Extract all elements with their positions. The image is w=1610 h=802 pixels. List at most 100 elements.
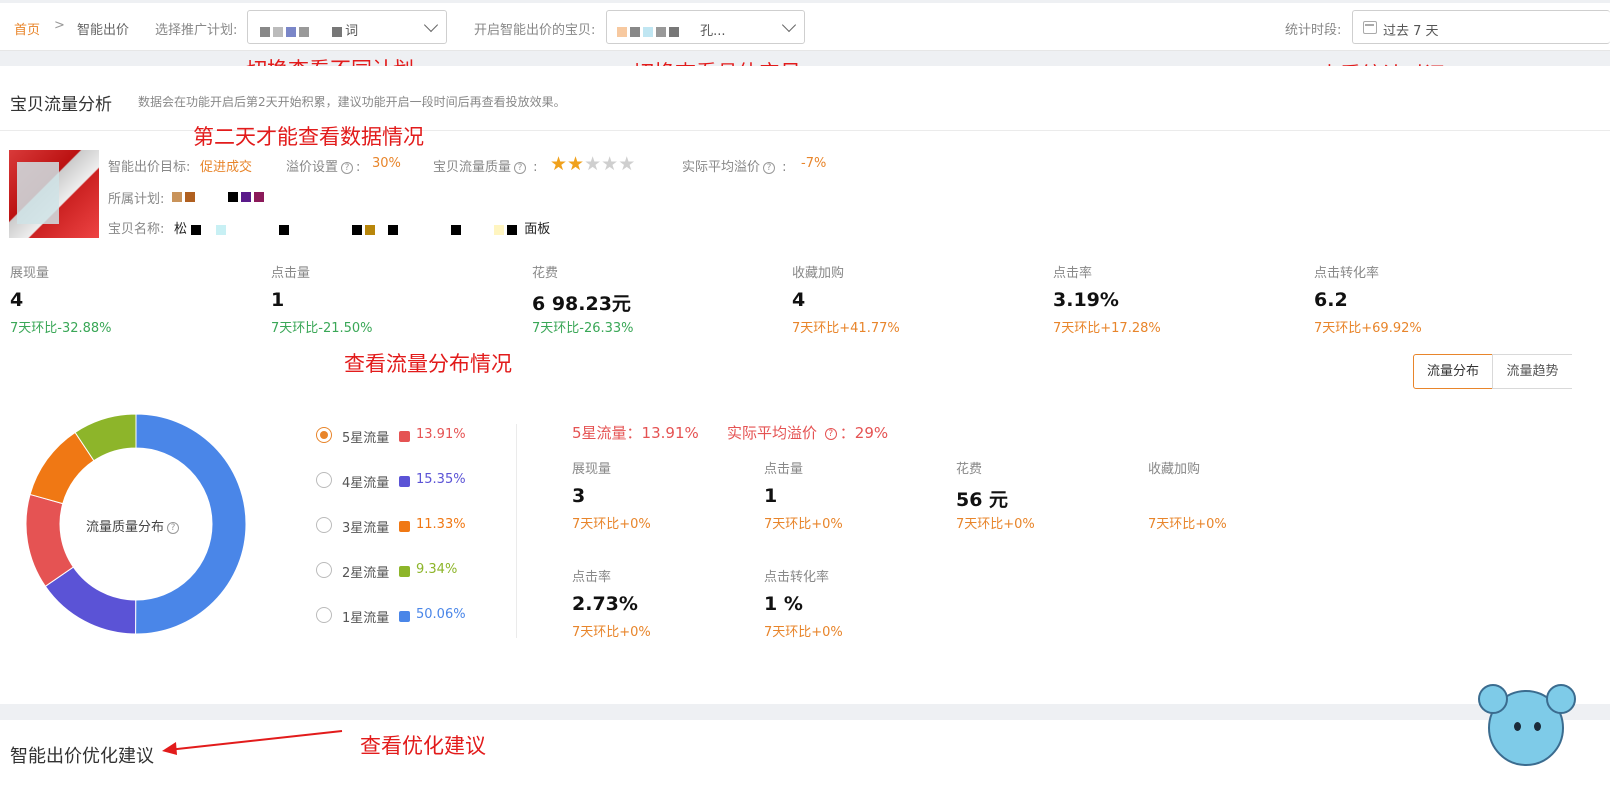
donut-center-text: 流量质量分布 [86,520,165,535]
period-select[interactable]: 过去 7 天 [1352,10,1610,44]
item-name-prefix: 松 [174,222,188,237]
detail-metric-cvr: 点击转化率 1 % 7天环比+0% [764,566,944,640]
metric-label: 点击率 [572,570,612,585]
metric-change: 7天环比-21.50% [271,321,373,336]
radio-button[interactable] [316,517,332,533]
metric-value: 1 [271,289,285,311]
detail-metric-clicks: 点击量 1 7天环比+0% [764,458,944,532]
quality-label: 宝贝流量质量? : [433,160,538,175]
redacted-block [273,26,283,37]
legend-percent: 13.91% [416,427,466,442]
metric-cvr: 点击转化率 6.2 7天环比+69.92% [1314,262,1554,336]
redacted-block [172,191,182,202]
star-empty-icon: ★ [601,153,619,175]
plan-select[interactable]: 词 [247,10,447,44]
metric-value: 6.2 [1314,289,1348,311]
premium-value: 30% [372,156,401,171]
section-description: 数据会在功能开启后第2天开始积累，建议功能开启一段时间后再查看投放效果。 [138,95,566,109]
legend-label: 3星流量 [342,521,390,536]
metric-change: 7天环比+0% [764,625,843,640]
metric-label: 收藏加购 [792,266,845,281]
premium-label-text: 溢价设置 [286,160,339,175]
redacted-block [451,224,462,235]
radio-button[interactable] [316,562,332,578]
traffic-analysis-panel: 宝贝流量分析 数据会在功能开启后第2天开始积累，建议功能开启一段时间后再查看投放… [0,66,1610,704]
star-filled-icon: ★ [567,153,585,175]
plan-label: 所属计划: [108,192,165,207]
mascot-eye [1534,722,1541,731]
metric-change: 7天环比+69.92% [1314,321,1422,336]
item-select-label: 开启智能出价的宝贝: [474,23,596,38]
tab-traffic-distribution[interactable]: 流量分布 [1413,354,1493,389]
assistant-mascot-icon[interactable] [1478,684,1576,766]
legend-percent: 11.33% [416,517,466,532]
help-icon[interactable]: ? [167,521,180,534]
redacted-block [365,224,376,235]
detail-metric-favorites: 收藏加购 7天环比+0% [1148,458,1328,532]
metric-spend: 花费 6 98.23元 7天环比-26.33% [532,262,772,336]
redacted-block [254,191,264,202]
item-thumbnail[interactable] [9,150,99,238]
tab-traffic-trend[interactable]: 流量趋势 [1492,354,1572,389]
redacted-block [286,26,296,37]
actual-premium-label-text: 实际平均溢价 [682,160,761,175]
breadcrumb-current: 智能出价 [77,23,130,38]
metric-label: 收藏加购 [1148,462,1201,477]
metric-clicks: 点击量 1 7天环比-21.50% [271,262,511,336]
help-icon[interactable]: ? [824,427,837,440]
metric-value [1148,485,1328,509]
metric-change: 7天环比+0% [572,625,651,640]
metric-change: 7天环比-26.33% [532,321,634,336]
divider [516,424,517,638]
annotation-view-distribution: 查看流量分布情况 [344,352,512,376]
item-select-value: 孔... [700,24,726,39]
metric-change: 7天环比+0% [956,517,1035,532]
legend-swatch [399,611,410,622]
legend-swatch [399,521,410,532]
metric-value: 3 [572,485,586,507]
item-name-label: 宝贝名称: [108,222,165,237]
mascot-ear [1478,684,1508,714]
metric-label: 点击转化率 [764,570,830,585]
mascot-eye [1514,722,1521,731]
goal-label: 智能出价目标: [108,160,191,175]
metric-label: 点击量 [271,266,311,281]
annotation-day-two: 第二天才能查看数据情况 [193,125,424,149]
radio-button[interactable] [316,427,332,443]
annotation-view-suggestions: 查看优化建议 [360,734,486,758]
metric-value: 4 [792,289,806,311]
mascot-ear [1546,684,1576,714]
premium-label: 溢价设置?: [286,160,361,175]
metric-change: 7天环比+17.28% [1053,321,1161,336]
detail-metric-spend: 花费 56 元 7天环比+0% [956,458,1136,532]
metric-favorites: 收藏加购 4 7天环比+41.77% [792,262,1032,336]
item-select[interactable]: 孔... [606,10,805,44]
radio-button[interactable] [316,472,332,488]
top-filter-bar: 首页 > 智能出价 选择推广计划: 词 开启智能出价的宝贝: 孔... 统计时段… [0,3,1610,51]
help-icon[interactable]: ? [341,161,354,174]
metric-label: 花费 [956,462,983,477]
help-icon[interactable]: ? [514,161,527,174]
help-icon[interactable]: ? [763,161,776,174]
metric-change: 7天环比+41.77% [792,321,900,336]
breadcrumb-home-link[interactable]: 首页 [14,19,40,38]
item-name-suffix: 面板 [524,222,551,237]
redacted-block [643,26,653,37]
redacted-block [260,26,270,37]
section-title: 宝贝流量分析 [10,95,112,115]
legend-label: 4星流量 [342,476,390,491]
radio-button[interactable] [316,607,332,623]
period-value: 过去 7 天 [1383,24,1439,39]
actual-premium-value: -7% [801,156,827,171]
star-filled-icon: ★ [550,153,568,175]
plan-select-label: 选择推广计划: [155,23,238,38]
annotation-arrow-icon [162,730,343,755]
donut-slice-5-star[interactable] [26,493,75,588]
metric-value: 4 [10,289,24,311]
star-empty-icon: ★ [584,153,602,175]
detail-premium-value: ：29% [839,424,889,442]
metric-change: 7天环比+0% [572,517,651,532]
chevron-down-icon [781,17,797,33]
redacted-block [656,26,666,37]
calendar-icon [1363,21,1377,34]
